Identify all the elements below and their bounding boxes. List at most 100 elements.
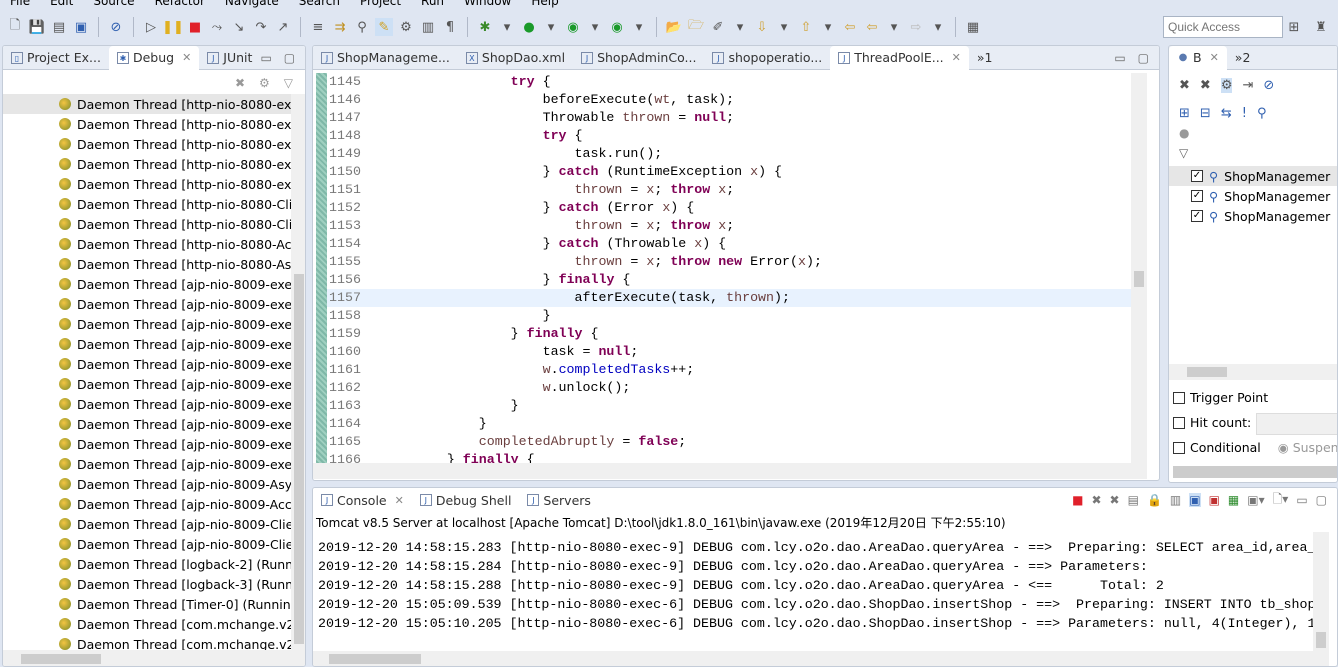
- thread-item[interactable]: Daemon Thread [ajp-nio-8009-exec-: [3, 414, 291, 434]
- terminate-icon[interactable]: ■: [1072, 493, 1083, 507]
- link-icon[interactable]: ⇆: [1221, 106, 1232, 121]
- thread-item[interactable]: Daemon Thread [ajp-nio-8009-exec-: [3, 314, 291, 334]
- step-filter-icon[interactable]: ⇉: [331, 18, 349, 36]
- minimize-icon[interactable]: ▭: [1296, 493, 1307, 507]
- exception-breakpoint-icon[interactable]: !: [1242, 106, 1247, 121]
- remove-all-launches-icon[interactable]: ✖: [1110, 493, 1120, 507]
- breakpoint-item[interactable]: ✓ ⚲ ShopManagemer: [1169, 166, 1337, 186]
- editor-hscrollbar[interactable]: [313, 463, 1147, 479]
- debug-config-icon[interactable]: ⚙: [259, 76, 270, 90]
- menu-item-help[interactable]: Help: [521, 0, 568, 8]
- thread-item[interactable]: Daemon Thread [ajp-nio-8009-exec-: [3, 354, 291, 374]
- thread-item[interactable]: Daemon Thread [http-nio-8080-Asyn: [3, 254, 291, 274]
- terminate-icon[interactable]: ■: [186, 18, 204, 36]
- disconnect-icon[interactable]: ⤳: [208, 18, 226, 36]
- breakpoint-item[interactable]: ✓ ⚲ ShopManagemer: [1169, 206, 1337, 226]
- trigger-point-checkbox[interactable]: Trigger Point: [1173, 390, 1268, 405]
- tab-threadpoole[interactable]: J ThreadPoolE... ✕: [830, 46, 969, 70]
- breakpoint-checkbox[interactable]: ✓: [1191, 170, 1203, 182]
- skip-all-icon[interactable]: ⊘: [1263, 78, 1274, 93]
- breakpoint-item[interactable]: ✓ ⚲ ShopManagemer: [1169, 186, 1337, 206]
- menu-item-window[interactable]: Window: [454, 0, 521, 8]
- tab-project-ex[interactable]: ▯ Project Ex...: [3, 46, 109, 70]
- code-line[interactable]: 1156 } finally {: [327, 271, 1131, 289]
- code-line[interactable]: 1154 } catch (Throwable x) {: [327, 235, 1131, 253]
- show-on-stdout-icon[interactable]: ▣: [1189, 493, 1201, 507]
- thread-item[interactable]: Daemon Thread [ajp-nio-8009-exec-: [3, 274, 291, 294]
- breakpoint-hscrollbar[interactable]: [1169, 364, 1337, 380]
- code-lines[interactable]: 1145 try {1146 beforeExecute(wt, task); 1…: [327, 73, 1131, 469]
- code-line[interactable]: 1162 w.unlock();: [327, 379, 1131, 397]
- code-line[interactable]: 1152 } catch (Error x) {: [327, 199, 1131, 217]
- thread-item[interactable]: Daemon Thread [http-nio-8080-Acce: [3, 234, 291, 254]
- code-line[interactable]: 1163 }: [327, 397, 1131, 415]
- condition-field[interactable]: [1173, 466, 1337, 478]
- tab-junit[interactable]: J JUnit: [199, 46, 260, 70]
- clear-console-icon[interactable]: ▤: [1128, 493, 1139, 507]
- prev-annotation-icon[interactable]: ⇧: [797, 18, 815, 36]
- display-console-icon[interactable]: ▣▾: [1247, 493, 1264, 507]
- hit-count-input[interactable]: [1256, 413, 1337, 435]
- tab-servers[interactable]: J Servers: [519, 488, 599, 512]
- new-icon[interactable]: 🗋: [6, 18, 24, 36]
- watch-icon[interactable]: ⚲: [1257, 106, 1267, 121]
- new-console-icon[interactable]: 🗋▾: [1273, 490, 1289, 511]
- tab-shopadminco[interactable]: J ShopAdminCo...: [573, 46, 704, 70]
- thread-item[interactable]: Daemon Thread [ajp-nio-8009-exec-: [3, 334, 291, 354]
- console-vscrollbar[interactable]: [1313, 532, 1329, 652]
- menu-item-project[interactable]: Project: [350, 0, 411, 8]
- maximize-icon[interactable]: ▢: [1316, 493, 1327, 507]
- pin-console-icon[interactable]: ▦: [1228, 493, 1239, 507]
- code-line[interactable]: 1149 task.run();: [327, 145, 1131, 163]
- thread-item[interactable]: Daemon Thread [logback-3] (Runnin: [3, 574, 291, 594]
- skip-breakpoints-icon[interactable]: ⊘: [107, 18, 125, 36]
- thread-item[interactable]: Daemon Thread [http-nio-8080-exec: [3, 114, 291, 134]
- external-tools-icon[interactable]: ◉: [608, 18, 626, 36]
- menu-item-file[interactable]: File: [0, 0, 40, 8]
- toggle-icon[interactable]: ⚙: [397, 18, 415, 36]
- show-whitespace-icon[interactable]: ¶: [441, 18, 459, 36]
- maximize-icon[interactable]: ▢: [1138, 51, 1149, 65]
- word-wrap-icon[interactable]: ▥: [1170, 493, 1181, 507]
- close-icon[interactable]: ✕: [1210, 51, 1219, 64]
- code-line[interactable]: 1150 } catch (RuntimeException x) {: [327, 163, 1131, 181]
- thread-item[interactable]: Daemon Thread [ajp-nio-8009-exec-: [3, 374, 291, 394]
- thread-item[interactable]: Daemon Thread [http-nio-8080-Clier: [3, 214, 291, 234]
- code-line[interactable]: 1165 completedAbruptly = false;: [327, 433, 1131, 451]
- drop-frame-icon[interactable]: ≡: [309, 18, 327, 36]
- breakpoint-checkbox[interactable]: ✓: [1191, 210, 1203, 222]
- code-line[interactable]: 1160 task = null;: [327, 343, 1131, 361]
- code-line[interactable]: 1158 }: [327, 307, 1131, 325]
- block-select-icon[interactable]: ▥: [419, 18, 437, 36]
- collapse-icon[interactable]: ▽: [1169, 146, 1337, 166]
- tab-shopdao-xml[interactable]: X ShopDao.xml: [458, 46, 573, 70]
- conditional-checkbox[interactable]: Conditional ◉ Suspen: [1173, 440, 1337, 455]
- open-perspective-icon[interactable]: ⊞: [1285, 18, 1303, 36]
- step-into-icon[interactable]: ↘: [230, 18, 248, 36]
- thread-list-hscrollbar[interactable]: [3, 650, 305, 666]
- open-type-icon[interactable]: ⚲: [353, 18, 371, 36]
- menu-item-edit[interactable]: Edit: [40, 0, 83, 8]
- terminal-icon[interactable]: ▣: [72, 18, 90, 36]
- tab-breakpoints[interactable]: ● B ✕: [1169, 46, 1227, 70]
- debug-icon[interactable]: ✱: [476, 18, 494, 36]
- suspend-radio[interactable]: ◉ Suspen: [1278, 440, 1337, 455]
- step-return-icon[interactable]: ↗: [274, 18, 292, 36]
- minimize-icon[interactable]: ▭: [260, 51, 271, 65]
- tab-debug[interactable]: ✱ Debug ✕: [108, 46, 200, 70]
- code-line[interactable]: 1151 thrown = x; throw x;: [327, 181, 1131, 199]
- code-line[interactable]: 1159 } finally {: [327, 325, 1131, 343]
- thread-item[interactable]: Daemon Thread [ajp-nio-8009-exec-: [3, 454, 291, 474]
- menu-item-run[interactable]: Run: [411, 0, 454, 8]
- code-line[interactable]: 1148 try {: [327, 127, 1131, 145]
- remove-launch-icon[interactable]: ✖: [1091, 493, 1101, 507]
- tab-overflow[interactable]: »1: [969, 46, 1001, 70]
- last-edit-icon[interactable]: ⇦: [841, 18, 859, 36]
- close-icon[interactable]: ✕: [952, 51, 961, 64]
- thread-item[interactable]: Daemon Thread [com.mchange.v2.as: [3, 614, 291, 634]
- mark-occurrences-icon[interactable]: ✎: [375, 18, 393, 36]
- show-supported-icon[interactable]: ⚙: [1220, 77, 1233, 93]
- minimize-icon[interactable]: ▭: [1114, 51, 1125, 65]
- code-line[interactable]: 1146 beforeExecute(wt, task);: [327, 91, 1131, 109]
- thread-item[interactable]: Daemon Thread [http-nio-8080-exec: [3, 174, 291, 194]
